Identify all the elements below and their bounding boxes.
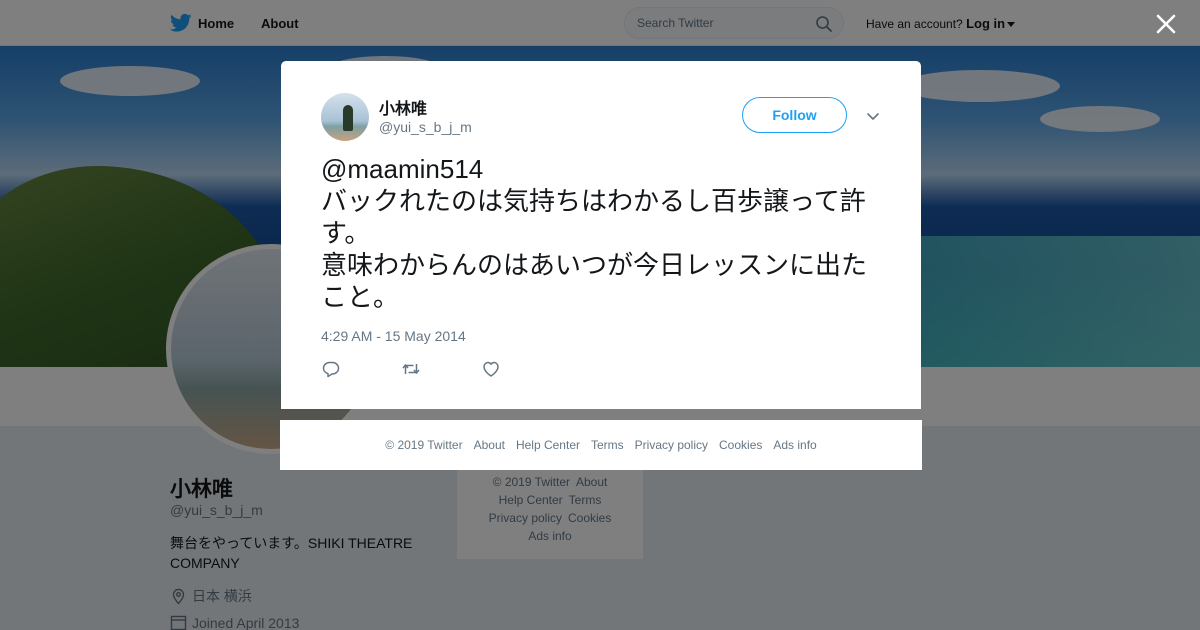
footer-link[interactable]: Terms <box>591 438 624 452</box>
footer-link[interactable]: Help Center <box>516 438 580 452</box>
chevron-down-icon[interactable] <box>865 108 881 124</box>
footer-link[interactable]: Cookies <box>719 438 762 452</box>
tweet-author-handle[interactable]: @yui_s_b_j_m <box>379 119 472 135</box>
tweet-timestamp[interactable]: 4:29 AM - 15 May 2014 <box>321 328 466 344</box>
tweet-modal: 小林唯 @yui_s_b_j_m Follow @maamin514 バックれた… <box>281 61 921 409</box>
footer-link[interactable]: Ads info <box>773 438 816 452</box>
footer-link[interactable]: About <box>474 438 505 452</box>
avatar-figure-shape <box>343 105 353 131</box>
retweet-button[interactable] <box>401 359 421 379</box>
tweet-text: @maamin514 バックれたのは気持ちはわかるし百歩譲って許す。 意味わから… <box>321 154 868 312</box>
footer-link[interactable]: © 2019 Twitter <box>385 438 462 452</box>
like-icon <box>483 361 499 377</box>
footer-link[interactable]: Privacy policy <box>635 438 708 452</box>
like-button[interactable] <box>481 359 501 379</box>
close-icon[interactable] <box>1154 12 1178 36</box>
tweet-author-name[interactable]: 小林唯 <box>379 95 427 119</box>
reply-button[interactable] <box>321 359 341 379</box>
tweet-actions <box>321 359 561 379</box>
modal-footer: © 2019 Twitter About Help Center Terms P… <box>280 420 922 470</box>
follow-button[interactable]: Follow <box>742 97 847 133</box>
reply-icon <box>322 361 340 378</box>
retweet-icon <box>402 363 420 375</box>
tweet-avatar[interactable] <box>321 93 369 141</box>
